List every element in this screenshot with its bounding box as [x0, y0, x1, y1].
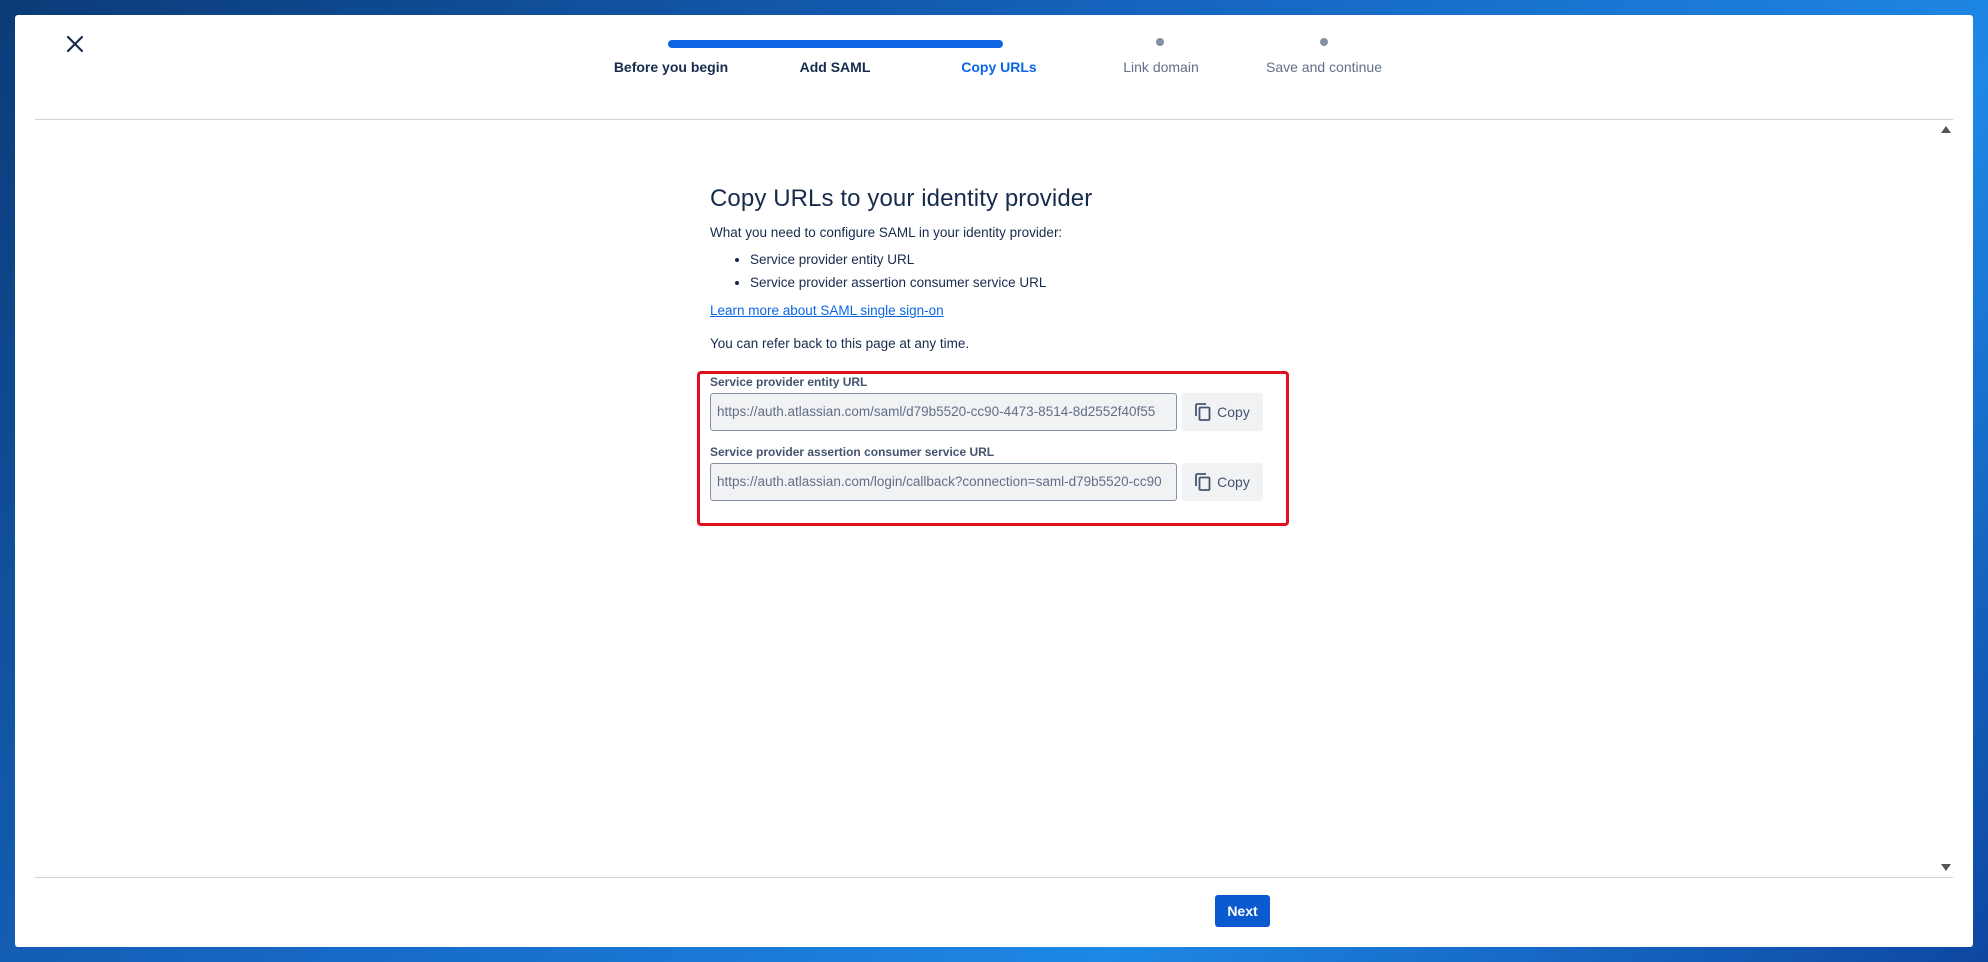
copy-icon	[1195, 473, 1211, 491]
step-dot-link-domain	[1156, 38, 1164, 46]
step-save-and-continue: Save and continue	[1266, 59, 1382, 75]
refer-back-text: You can refer back to this page at any t…	[710, 336, 970, 351]
copy-entity-url-button[interactable]: Copy	[1182, 393, 1263, 431]
requirements-list: Service provider entity URL Service prov…	[710, 252, 1330, 290]
copy-label: Copy	[1217, 404, 1250, 420]
acs-url-input[interactable]: https://auth.atlassian.com/login/callbac…	[710, 463, 1177, 501]
footer-divider	[35, 877, 1953, 878]
intro-text: What you need to configure SAML in your …	[710, 225, 1063, 240]
step-before-you-begin: Before you begin	[613, 59, 729, 75]
next-button[interactable]: Next	[1215, 895, 1270, 927]
entity-url-input[interactable]: https://auth.atlassian.com/saml/d79b5520…	[710, 393, 1177, 431]
scroll-down-icon[interactable]	[1941, 864, 1951, 871]
acs-url-label: Service provider assertion consumer serv…	[710, 445, 995, 459]
progress-stepper: Before you begin Add SAML Copy URLs Link…	[15, 15, 1973, 115]
step-copy-urls: Copy URLs	[961, 59, 1037, 75]
copy-label: Copy	[1217, 474, 1250, 490]
page-title: Copy URLs to your identity provider	[710, 185, 1093, 212]
main-content: Copy URLs to your identity provider What…	[710, 185, 1330, 351]
scroll-up-icon[interactable]	[1941, 126, 1951, 133]
step-link-domain: Link domain	[1123, 59, 1199, 75]
header-divider	[35, 119, 1953, 120]
copy-acs-url-button[interactable]: Copy	[1182, 463, 1263, 501]
step-dot-save-continue	[1320, 38, 1328, 46]
vertical-scrollbar[interactable]	[1937, 120, 1953, 877]
entity-url-label: Service provider entity URL	[710, 375, 868, 389]
modal-window: Before you begin Add SAML Copy URLs Link…	[15, 15, 1973, 947]
learn-more-link[interactable]: Learn more about SAML single sign-on	[710, 303, 944, 318]
list-item: Service provider assertion consumer serv…	[750, 275, 1330, 290]
progress-bar	[668, 40, 1003, 48]
list-item: Service provider entity URL	[750, 252, 1330, 267]
copy-icon	[1195, 403, 1211, 421]
step-add-saml: Add SAML	[799, 59, 871, 75]
acs-url-field: Service provider assertion consumer serv…	[710, 445, 1263, 501]
entity-url-field: Service provider entity URL https://auth…	[710, 375, 1263, 431]
